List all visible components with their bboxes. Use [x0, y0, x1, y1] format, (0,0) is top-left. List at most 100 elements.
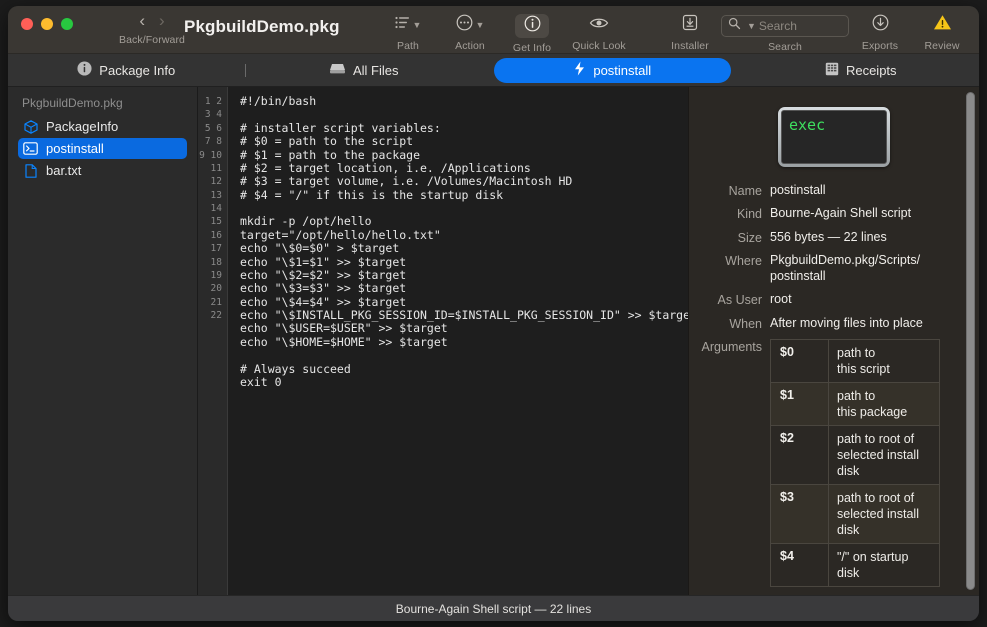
document-icon: [23, 163, 38, 178]
tab-all-files-label: All Files: [352, 62, 399, 78]
title-bar: ‹ › Back/Forward PkgbuildDemo.pkg ▼ Path…: [8, 6, 979, 54]
tab-receipts[interactable]: Receipts: [743, 58, 980, 83]
search-label: Search: [768, 41, 802, 53]
sidebar-title: PkgbuildDemo.pkg: [22, 96, 123, 110]
window-title: PkgbuildDemo.pkg: [184, 17, 340, 36]
info-field-when-key: When: [729, 316, 762, 331]
search-field[interactable]: ▼: [721, 15, 849, 37]
info-field-name-value: postinstall: [770, 182, 826, 197]
info-field-asuser: As User root: [689, 292, 971, 308]
info-fields: Name postinstall Kind Bourne-Again Shell…: [689, 167, 979, 596]
arguments-table: $0 path to this script $1 path to this p…: [770, 339, 940, 587]
table-row: $3 path to root of selected install disk: [771, 485, 939, 544]
warning-triangle-icon: [933, 14, 952, 36]
info-circle-icon: [524, 15, 541, 37]
argument-value: "/" on startup disk: [837, 550, 909, 580]
table-row: $4 "/" on startup disk: [771, 544, 939, 586]
toolbar-item-action[interactable]: ▼ Action: [439, 10, 501, 52]
close-button[interactable]: [21, 18, 33, 30]
back-button[interactable]: ‹: [139, 12, 145, 30]
forward-button[interactable]: ›: [159, 12, 165, 30]
info-field-when: When After moving files into place: [689, 316, 971, 332]
chevron-down-icon: ▼: [475, 20, 485, 30]
toolbar-item-path-label: Path: [397, 40, 419, 52]
minimize-button[interactable]: [41, 18, 53, 30]
code-pane: 1 2 3 4 5 6 7 8 9 10 11 12 13 14 15 16 1…: [198, 87, 688, 595]
tab-receipts-label: Receipts: [845, 62, 897, 78]
traffic-lights: [8, 6, 73, 30]
back-forward-label: Back/Forward: [119, 34, 185, 46]
info-field-when-value: After moving files into place: [770, 315, 923, 330]
search-group: ▼ Search: [721, 10, 849, 53]
line-number-gutter: 1 2 3 4 5 6 7 8 9 10 11 12 13 14 15 16 1…: [198, 87, 228, 595]
info-field-arguments-key: Arguments: [701, 340, 762, 354]
tab-package-info-label: Package Info: [99, 62, 176, 78]
info-pane-scrollbar[interactable]: [966, 92, 975, 590]
sidebar-item-bartxt-label: bar.txt: [46, 163, 82, 178]
info-field-name-key: Name: [728, 183, 762, 198]
sidebar-item-bartxt[interactable]: bar.txt: [18, 160, 187, 181]
info-field-size: Size 556 bytes — 22 lines: [689, 230, 971, 246]
chevron-down-icon: ▼: [412, 20, 422, 30]
toolbar-item-exports[interactable]: Exports: [849, 10, 911, 52]
toolbar-item-quick-look-label: Quick Look: [572, 40, 626, 52]
package-box-icon: [23, 119, 38, 134]
info-field-kind-key: Kind: [736, 207, 762, 221]
toolbar-item-quick-look[interactable]: Quick Look: [563, 10, 635, 52]
table-row: $2 path to root of selected install disk: [771, 426, 939, 485]
info-circle-icon: [77, 61, 92, 79]
tab-package-info[interactable]: Package Info: [8, 58, 245, 83]
receipt-icon: [825, 62, 839, 79]
sidebar-item-postinstall[interactable]: postinstall: [18, 138, 187, 159]
disk-drive-icon: [329, 62, 346, 78]
search-input[interactable]: [758, 19, 842, 33]
installer-box-icon: [682, 14, 698, 36]
eye-icon: [589, 16, 609, 35]
download-circle-icon: [872, 14, 889, 36]
sidebar-item-packageinfo[interactable]: PackageInfo: [18, 116, 187, 137]
argument-key: $2: [771, 426, 829, 484]
toolbar-item-get-info-label: Get Info: [512, 42, 552, 54]
argument-key: $4: [771, 544, 829, 586]
search-icon: [728, 17, 741, 35]
search-chevron-icon[interactable]: ▼: [747, 21, 756, 31]
status-bar: Bourne-Again Shell script — 22 lines: [8, 595, 979, 621]
info-field-arguments: Arguments $0 path to this script $1 path…: [689, 339, 971, 587]
script-bolt-icon: [573, 61, 586, 79]
code-editor[interactable]: #!/bin/bash # installer script variables…: [228, 87, 688, 595]
app-window: ‹ › Back/Forward PkgbuildDemo.pkg ▼ Path…: [8, 6, 979, 621]
ellipsis-circle-icon: [456, 14, 473, 36]
sidebar: PkgbuildDemo.pkg PackageInfo postinstall…: [8, 87, 198, 595]
info-pane: exec Name postinstall Kind Bourne-Again …: [688, 87, 979, 595]
argument-value: path to this package: [837, 389, 908, 419]
info-field-name: Name postinstall: [689, 183, 971, 199]
info-field-size-key: Size: [737, 230, 762, 245]
info-field-asuser-key: As User: [717, 293, 762, 307]
toolbar-item-review[interactable]: Review: [911, 10, 973, 52]
info-field-where-value: PkgbuildDemo.pkg/Scripts/ postinstall: [770, 253, 921, 283]
tab-postinstall[interactable]: postinstall: [494, 57, 731, 83]
toolbar-item-installer-label: Installer: [671, 40, 709, 52]
argument-value: path to this script: [837, 346, 890, 376]
exec-script-icon: exec: [778, 107, 890, 167]
tab-all-files[interactable]: All Files: [246, 58, 483, 83]
maximize-button[interactable]: [61, 18, 73, 30]
info-field-kind: Kind Bourne-Again Shell script: [689, 206, 971, 222]
toolbar-item-get-info[interactable]: Get Info: [501, 10, 563, 54]
argument-value: path to root of selected install disk: [837, 432, 919, 478]
toolbar-item-installer[interactable]: Installer: [659, 10, 721, 52]
argument-key: $3: [771, 485, 829, 543]
tab-bar: Package Info All Files postinstall Recei…: [8, 54, 979, 87]
sidebar-item-postinstall-label: postinstall: [46, 141, 104, 156]
table-row: $0 path to this script: [771, 340, 939, 383]
info-field-asuser-value: root: [770, 292, 792, 306]
sidebar-item-packageinfo-label: PackageInfo: [46, 119, 119, 134]
toolbar-item-review-label: Review: [924, 40, 960, 52]
tab-postinstall-label: postinstall: [593, 62, 652, 78]
status-text: Bourne-Again Shell script — 22 lines: [395, 601, 592, 616]
toolbar-item-path[interactable]: ▼ Path: [377, 10, 439, 52]
info-field-size-value: 556 bytes — 22 lines: [770, 229, 887, 244]
list-bullet-icon: [394, 16, 410, 34]
toolbar-item-exports-label: Exports: [861, 40, 899, 52]
info-field-where: Where PkgbuildDemo.pkg/Scripts/ postinst…: [689, 253, 971, 284]
